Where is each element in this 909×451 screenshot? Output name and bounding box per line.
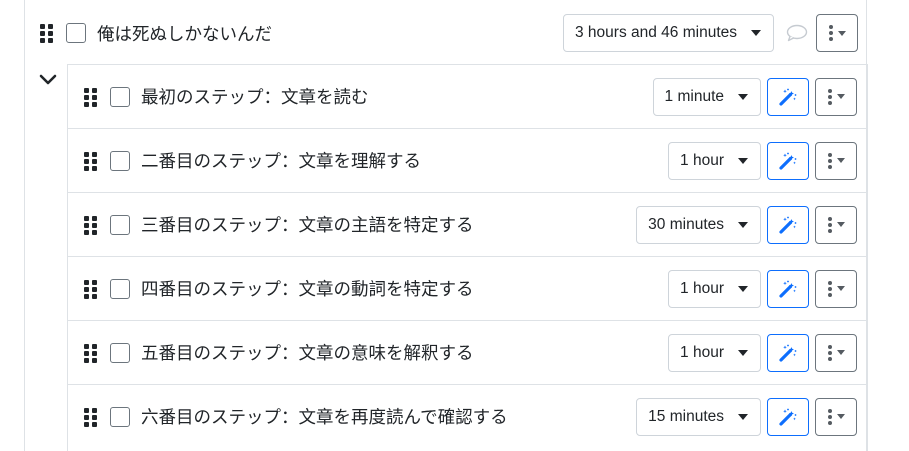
caret-down-icon	[738, 349, 748, 356]
subtask-title[interactable]: 最初のステップ：文章を読む	[141, 84, 369, 109]
subtask-title[interactable]: 三番目のステップ：文章の主語を特定する	[141, 212, 474, 237]
comment-icon[interactable]	[784, 14, 810, 52]
subtask-checkbox[interactable]	[110, 150, 130, 171]
subtask-menu-button[interactable]	[815, 205, 857, 244]
caret-down-icon	[836, 350, 845, 355]
vertical-dots-icon	[827, 152, 832, 169]
subtask-checkbox[interactable]	[110, 342, 130, 363]
drag-handle-icon[interactable]	[84, 215, 98, 235]
subtask-menu-button[interactable]	[815, 333, 857, 372]
subtask-menu-button[interactable]	[815, 141, 857, 180]
duration-select[interactable]: 3 hours and 46 minutes	[563, 14, 774, 52]
caret-down-icon	[836, 94, 845, 99]
magic-wand-button[interactable]	[767, 141, 809, 180]
duration-select[interactable]: 1 hour	[668, 269, 761, 308]
duration-value: 1 hour	[680, 151, 724, 169]
duration-value: 1 hour	[680, 343, 724, 361]
caret-down-icon	[836, 286, 845, 291]
drag-handle-icon[interactable]	[84, 407, 98, 427]
magic-wand-icon	[779, 152, 797, 170]
subtask-row: 六番目のステップ：文章を再度読んで確認する 15 minutes	[68, 384, 867, 448]
drag-handle-icon[interactable]	[84, 279, 98, 299]
magic-wand-icon	[779, 408, 797, 426]
vertical-dots-icon	[827, 280, 832, 297]
subtask-row: 五番目のステップ：文章の意味を解釈する 1 hour	[68, 320, 867, 384]
magic-wand-button[interactable]	[767, 333, 809, 372]
vertical-dots-icon	[828, 25, 833, 41]
subtask-checkbox[interactable]	[110, 278, 130, 299]
caret-down-icon	[836, 222, 845, 227]
subtask-menu-button[interactable]	[815, 269, 857, 308]
magic-wand-icon	[779, 216, 797, 234]
subtask-title[interactable]: 四番目のステップ：文章の動詞を特定する	[141, 276, 474, 301]
duration-value: 3 hours and 46 minutes	[575, 24, 737, 41]
duration-select[interactable]: 1 hour	[668, 333, 761, 372]
task-checkbox[interactable]	[66, 23, 86, 43]
vertical-dots-icon	[827, 344, 832, 361]
task-title[interactable]: 俺は死ぬしかないんだ	[97, 21, 272, 46]
subtask-checkbox[interactable]	[110, 406, 130, 427]
parent-task-row: 俺は死ぬしかないんだ 3 hours and 46 minutes	[40, 14, 858, 52]
duration-value: 1 hour	[680, 279, 724, 297]
drag-handle-icon[interactable]	[84, 87, 98, 107]
subtask-row: 最初のステップ：文章を読む 1 minute	[68, 64, 867, 128]
duration-select[interactable]: 1 minute	[652, 77, 761, 116]
duration-value: 15 minutes	[648, 407, 724, 425]
caret-down-icon	[836, 158, 845, 163]
subtask-menu-button[interactable]	[815, 77, 857, 116]
subtask-title[interactable]: 五番目のステップ：文章の意味を解釈する	[141, 340, 474, 365]
vertical-dots-icon	[827, 408, 832, 425]
caret-down-icon	[738, 157, 748, 164]
subtask-checkbox[interactable]	[110, 214, 130, 235]
magic-wand-icon	[779, 280, 797, 298]
magic-wand-button[interactable]	[767, 397, 809, 436]
caret-down-icon	[751, 30, 761, 36]
vertical-dots-icon	[827, 88, 832, 105]
subtask-row: 三番目のステップ：文章の主語を特定する 30 minutes	[68, 192, 867, 256]
caret-down-icon	[738, 285, 748, 292]
subtask-row: 四番目のステップ：文章の動詞を特定する 1 hour	[68, 256, 867, 320]
caret-down-icon	[738, 413, 748, 420]
magic-wand-button[interactable]	[767, 77, 809, 116]
drag-handle-icon[interactable]	[84, 151, 98, 171]
magic-wand-button[interactable]	[767, 205, 809, 244]
caret-down-icon	[837, 30, 846, 36]
duration-select[interactable]: 1 hour	[668, 141, 761, 180]
chevron-down-icon[interactable]	[38, 70, 58, 90]
duration-select[interactable]: 15 minutes	[636, 397, 761, 436]
magic-wand-icon	[779, 344, 797, 362]
magic-wand-icon	[779, 88, 797, 106]
subtask-row: 二番目のステップ：文章を理解する 1 hour	[68, 128, 867, 192]
subtask-title[interactable]: 二番目のステップ：文章を理解する	[141, 148, 421, 173]
magic-wand-button[interactable]	[767, 269, 809, 308]
duration-value: 1 minute	[664, 87, 724, 105]
caret-down-icon	[738, 93, 748, 100]
subtask-list: 最初のステップ：文章を読む 1 minute 二番目のステップ：文章を理解する …	[67, 64, 868, 451]
vertical-dots-icon	[827, 216, 832, 233]
drag-handle-icon[interactable]	[40, 24, 54, 43]
subtask-title[interactable]: 六番目のステップ：文章を再度読んで確認する	[141, 404, 508, 429]
subtask-checkbox[interactable]	[110, 86, 130, 107]
duration-select[interactable]: 30 minutes	[636, 205, 761, 244]
caret-down-icon	[836, 414, 845, 419]
duration-value: 30 minutes	[648, 215, 724, 233]
caret-down-icon	[738, 221, 748, 228]
task-menu-button[interactable]	[816, 14, 858, 52]
drag-handle-icon[interactable]	[84, 343, 98, 363]
subtask-menu-button[interactable]	[815, 397, 857, 436]
